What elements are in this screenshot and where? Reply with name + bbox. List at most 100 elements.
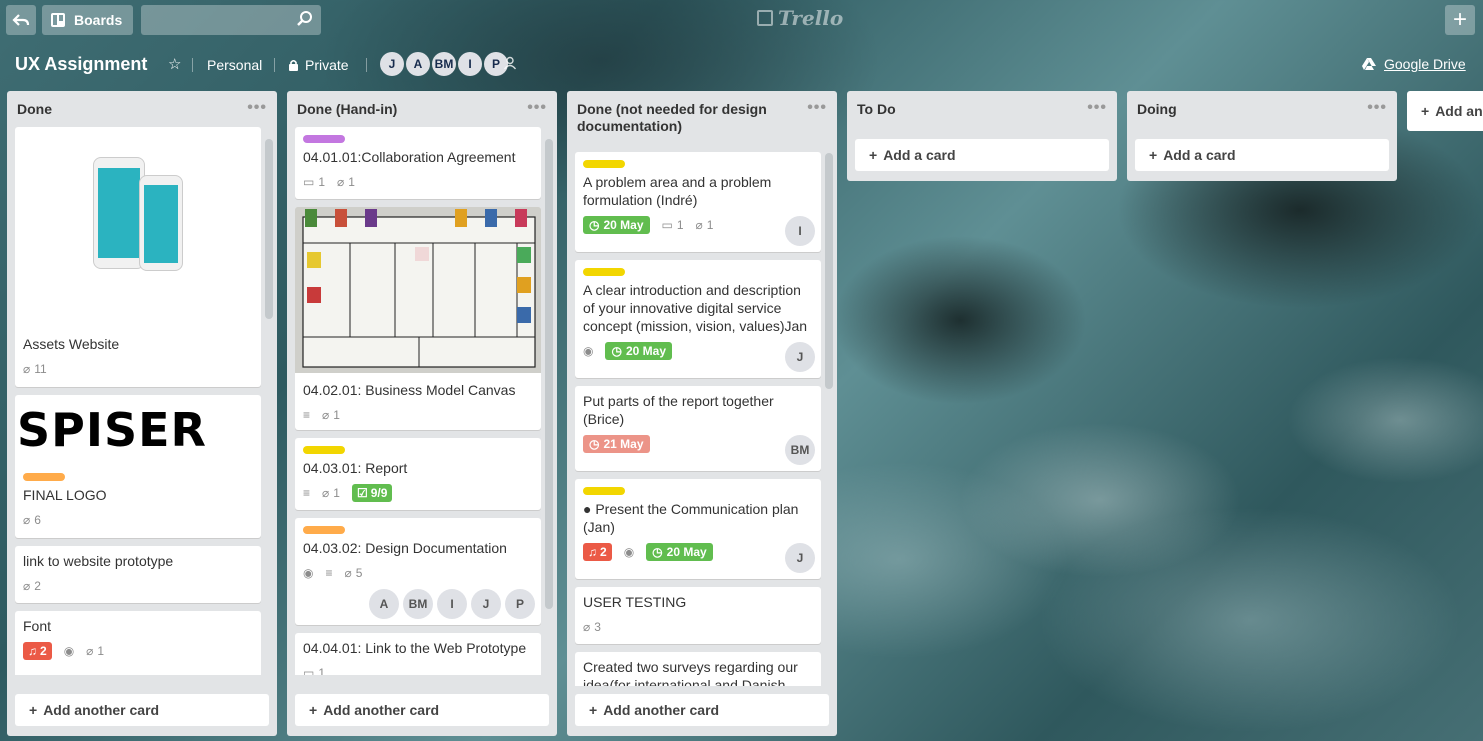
- list-header[interactable]: To Do •••: [847, 91, 1117, 127]
- back-button[interactable]: [6, 5, 36, 35]
- card-member-avatar[interactable]: I: [785, 216, 815, 246]
- card[interactable]: link to website prototype ⌀ 2: [15, 546, 261, 603]
- attachment-count: 1: [333, 408, 340, 422]
- list-header[interactable]: Done •••: [7, 91, 277, 127]
- add-list-button[interactable]: + Add an: [1407, 91, 1483, 131]
- card-badges: ⌀ 11: [23, 359, 253, 379]
- card-label-yellow: [303, 446, 345, 454]
- trello-logo[interactable]: Trello: [757, 6, 843, 30]
- card-list: 04.01.01:Collaboration Agreement ▭1 ⌀1: [287, 127, 557, 675]
- card-label-yellow: [583, 487, 625, 495]
- card-list: Assets Website ⌀ 11 SPISER FINAL LOGO ⌀ 6 …: [7, 127, 277, 675]
- phone-image: [139, 175, 183, 271]
- comment-icon: ▭: [303, 666, 315, 675]
- list-to-do: To Do ••• + Add a card: [847, 91, 1117, 181]
- card[interactable]: 04.04.01: Link to the Web Prototype ▭ 1: [295, 633, 541, 675]
- attachment-badge: ⌀ 1: [696, 218, 714, 232]
- search-input[interactable]: [141, 5, 321, 35]
- card[interactable]: 04.03.02: Design Documentation ◉ ≡ ⌀ 5 A …: [295, 518, 541, 625]
- card[interactable]: Assets Website ⌀ 11: [15, 127, 261, 387]
- add-card-button[interactable]: + Add another card: [295, 694, 549, 726]
- add-card-button[interactable]: + Add a card: [1135, 139, 1389, 171]
- list-menu-icon[interactable]: •••: [1087, 99, 1107, 116]
- card-member-avatar[interactable]: J: [785, 543, 815, 573]
- card[interactable]: 04.02.01: Business Model Canvas ≡ ⌀ 1: [295, 207, 541, 430]
- checklist-badge: ☑ 9/9: [351, 484, 393, 502]
- card[interactable]: A clear introduction and description of …: [575, 260, 821, 378]
- paperclip-icon: ⌀: [23, 513, 31, 527]
- comment-badge: ▭ 1: [303, 175, 325, 189]
- team-name[interactable]: Personal: [207, 57, 262, 73]
- paperclip-icon: ⌀: [23, 362, 31, 376]
- card[interactable]: A problem area and a problem formulation…: [575, 152, 821, 252]
- card-badges: ◷ 20 May ▭ 1 ⌀ 1: [583, 215, 813, 235]
- visibility-button[interactable]: Private: [288, 57, 349, 73]
- google-drive-button[interactable]: Google Drive: [1362, 56, 1466, 72]
- card[interactable]: 04.03.01: Report ≡ ⌀ 1 ☑ 9/9: [295, 438, 541, 510]
- attachment-badge: ⌀ 6: [23, 513, 41, 527]
- card-member-avatar[interactable]: BM: [403, 589, 433, 619]
- card[interactable]: SPISER FINAL LOGO ⌀ 6: [15, 395, 261, 538]
- card-badges: ⌀ 3: [583, 617, 813, 637]
- board-title[interactable]: UX Assignment: [15, 54, 147, 75]
- card[interactable]: ● Present the Communication plan (Jan) ♫…: [575, 479, 821, 579]
- card-member-avatar[interactable]: P: [505, 589, 535, 619]
- add-card-button[interactable]: + Add a card: [855, 139, 1109, 171]
- create-button[interactable]: +: [1445, 5, 1475, 35]
- add-card-label: Add another card: [323, 702, 440, 718]
- card-badges: ▭ 1: [303, 663, 533, 675]
- member-avatar[interactable]: A: [406, 52, 430, 76]
- bell-icon: ♫: [588, 545, 597, 559]
- board-members: J A BM I P: [380, 52, 510, 76]
- card[interactable]: Font ♫ 2 ◉ ⌀ 1: [15, 611, 261, 675]
- card-list: A problem area and a problem formulation…: [567, 152, 837, 686]
- comment-badge: ▭ 1: [662, 218, 684, 232]
- card-badges: ≡ ⌀ 1: [303, 405, 533, 425]
- boards-button[interactable]: Boards: [42, 5, 133, 35]
- card-member-avatar[interactable]: I: [437, 589, 467, 619]
- card[interactable]: USER TESTING ⌀ 3: [575, 587, 821, 644]
- add-card-button[interactable]: + Add another card: [575, 694, 829, 726]
- card-members: J: [785, 543, 815, 573]
- list-menu-icon[interactable]: •••: [527, 99, 547, 116]
- list-menu-icon[interactable]: •••: [807, 99, 827, 116]
- top-bar: Boards Trello +: [0, 0, 1483, 40]
- card-title: A problem area and a problem formulation…: [583, 174, 772, 208]
- star-icon[interactable]: ☆: [168, 55, 181, 73]
- card[interactable]: 04.01.01:Collaboration Agreement ▭ 1 ⌀ 1: [295, 127, 541, 199]
- list-menu-icon[interactable]: •••: [1367, 99, 1387, 116]
- card[interactable]: Created two surveys regarding our idea(f…: [575, 652, 821, 686]
- list-title: Done (not needed for design documentatio…: [577, 101, 767, 134]
- member-avatar[interactable]: I: [458, 52, 482, 76]
- card-label-purple: [303, 135, 345, 143]
- member-avatar[interactable]: J: [380, 52, 404, 76]
- card-title: Created two surveys regarding our idea(f…: [583, 659, 798, 686]
- card-title: A clear introduction and description of …: [583, 282, 808, 334]
- list-menu-icon[interactable]: •••: [247, 99, 267, 116]
- add-card-label: Add a card: [883, 147, 956, 163]
- card-badges: ♫ 2 ◉ ◷ 20 May: [583, 542, 813, 562]
- card-member-avatar[interactable]: J: [785, 342, 815, 372]
- card-member-avatar[interactable]: BM: [785, 435, 815, 465]
- attachment-count: 1: [348, 175, 355, 189]
- plus-icon: +: [309, 702, 318, 718]
- search-icon[interactable]: [296, 10, 314, 28]
- member-avatar[interactable]: BM: [432, 52, 456, 76]
- attachment-badge: ⌀ 11: [23, 362, 47, 376]
- card-label-orange: [23, 473, 65, 481]
- card-member-avatar[interactable]: A: [369, 589, 399, 619]
- card[interactable]: Put parts of the report together (Brice)…: [575, 386, 821, 471]
- list-header[interactable]: Done (Hand-in) •••: [287, 91, 557, 127]
- comment-count: 1: [318, 666, 326, 675]
- attachment-count: 6: [34, 513, 41, 527]
- card-title: Font: [23, 618, 52, 634]
- add-member-icon[interactable]: [503, 56, 517, 70]
- notification-count: 2: [600, 545, 607, 559]
- card-member-avatar[interactable]: J: [471, 589, 501, 619]
- attachment-badge: ⌀ 5: [345, 566, 363, 580]
- add-card-button[interactable]: + Add another card: [15, 694, 269, 726]
- trello-logo-text: Trello: [778, 6, 844, 30]
- plus-icon: +: [1149, 147, 1158, 163]
- list-header[interactable]: Done (not needed for design documentatio…: [567, 91, 837, 146]
- list-header[interactable]: Doing •••: [1127, 91, 1397, 127]
